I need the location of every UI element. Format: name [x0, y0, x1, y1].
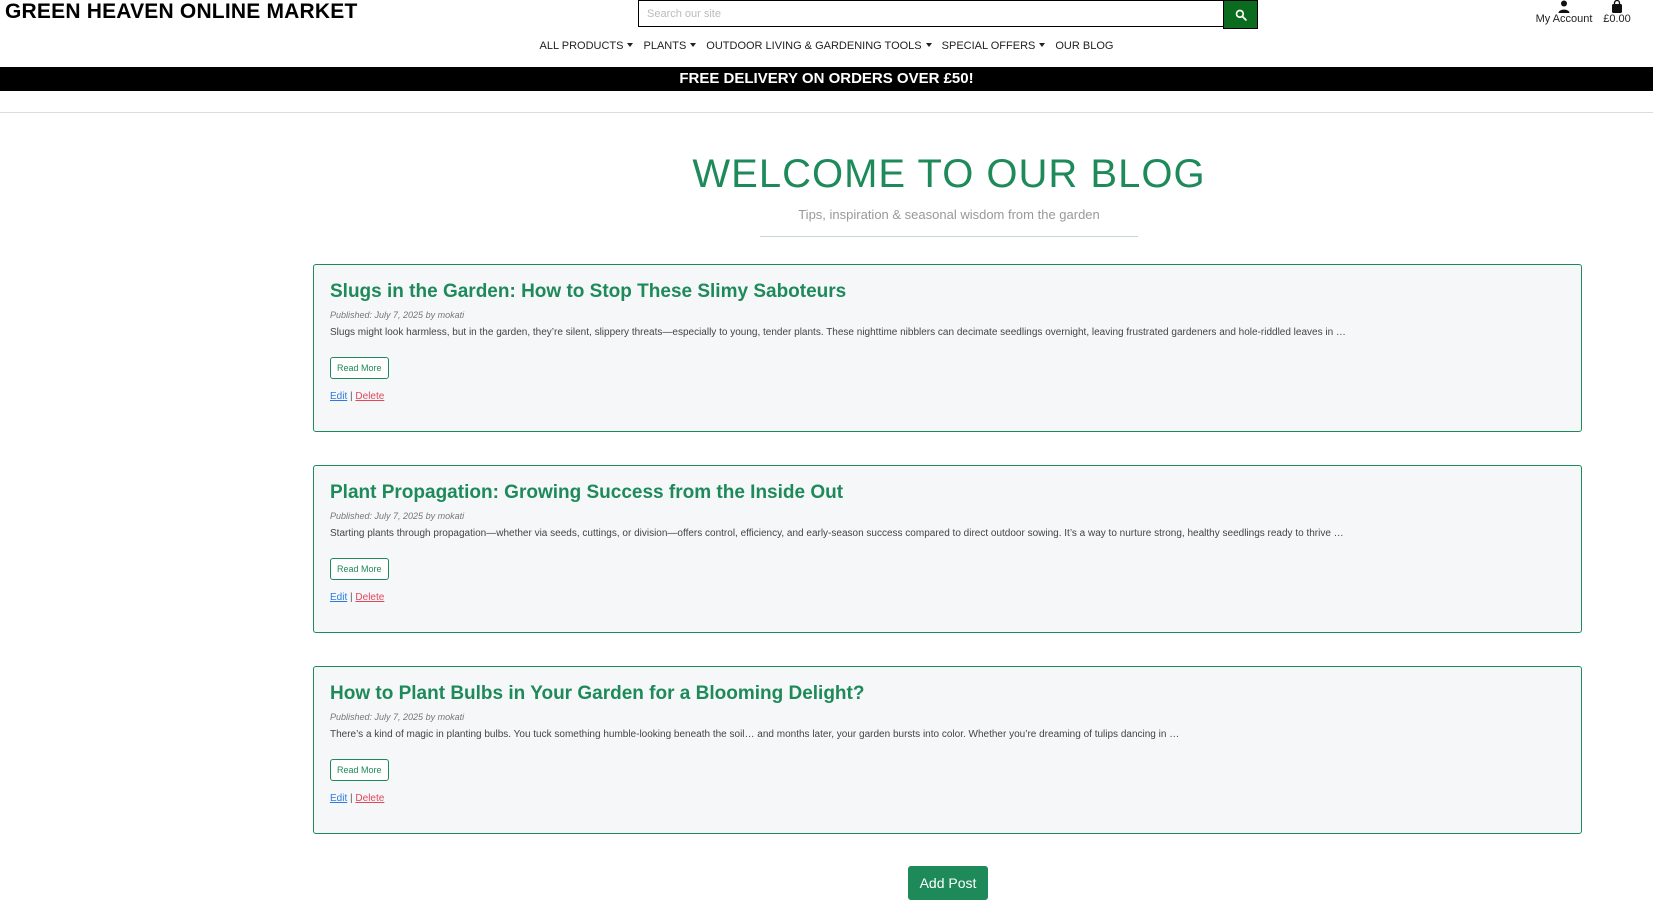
nav-all-products[interactable]: ALL PRODUCTS: [535, 40, 639, 52]
page-title: WELCOME TO OUR BLOG: [692, 152, 1206, 196]
caret-down-icon: [627, 43, 634, 47]
blog-post-card: Plant Propagation: Growing Success from …: [313, 465, 1582, 633]
caret-down-icon: [1039, 43, 1046, 47]
header-divider: [0, 112, 1653, 113]
post-meta: Published: July 7, 2025 by mokati: [330, 310, 465, 320]
post-excerpt: There’s a kind of magic in planting bulb…: [330, 729, 1180, 740]
post-actions: Edit | Delete: [330, 391, 384, 402]
post-excerpt: Starting plants through propagation—whet…: [330, 528, 1344, 539]
search-icon: [1235, 9, 1247, 21]
nav-label: ALL PRODUCTS: [539, 40, 624, 52]
post-actions: Edit | Delete: [330, 592, 384, 603]
post-excerpt: Slugs might look harmless, but in the ga…: [330, 327, 1346, 338]
action-separator: |: [350, 592, 353, 603]
add-post-button[interactable]: Add Post: [908, 866, 988, 900]
site-logo-text[interactable]: GREEN HEAVEN ONLINE MARKET: [5, 0, 358, 24]
nav-label: OUR BLOG: [1055, 40, 1114, 52]
action-separator: |: [350, 391, 353, 402]
nav-special-offers[interactable]: SPECIAL OFFERS: [937, 40, 1051, 52]
title-divider: [760, 236, 1138, 237]
search-bar: [638, 0, 1258, 29]
post-title[interactable]: How to Plant Bulbs in Your Garden for a …: [330, 683, 864, 705]
page-subtitle: Tips, inspiration & seasonal wisdom from…: [798, 207, 1100, 222]
nav-label: SPECIAL OFFERS: [941, 40, 1036, 52]
edit-link[interactable]: Edit: [330, 391, 347, 402]
my-account-label: My Account: [1535, 13, 1593, 25]
free-delivery-banner: FREE DELIVERY ON ORDERS OVER £50!: [0, 67, 1653, 91]
user-icon: [1558, 0, 1570, 13]
nav-our-blog[interactable]: OUR BLOG: [1050, 40, 1118, 52]
edit-link[interactable]: Edit: [330, 793, 347, 804]
post-title[interactable]: Slugs in the Garden: How to Stop These S…: [330, 281, 846, 303]
bag-total: £0.00: [1603, 13, 1631, 25]
shopping-bag-link[interactable]: £0.00: [1600, 0, 1634, 25]
blog-post-card: Slugs in the Garden: How to Stop These S…: [313, 264, 1582, 432]
delete-link[interactable]: Delete: [355, 793, 384, 804]
nav-label: PLANTS: [643, 40, 687, 52]
read-more-button[interactable]: Read More: [330, 759, 389, 781]
post-actions: Edit | Delete: [330, 793, 384, 804]
read-more-button[interactable]: Read More: [330, 558, 389, 580]
search-input[interactable]: [638, 0, 1223, 27]
blog-post-card: How to Plant Bulbs in Your Garden for a …: [313, 666, 1582, 834]
search-button[interactable]: [1223, 0, 1258, 29]
post-meta: Published: July 7, 2025 by mokati: [330, 511, 465, 521]
nav-plants[interactable]: PLANTS: [638, 40, 701, 52]
my-account-link[interactable]: My Account: [1533, 0, 1595, 25]
nav-outdoor-living[interactable]: OUTDOOR LIVING & GARDENING TOOLS: [701, 40, 936, 52]
shopping-bag-icon: [1612, 0, 1622, 13]
main-nav: ALL PRODUCTS PLANTS OUTDOOR LIVING & GAR…: [0, 40, 1653, 52]
post-title[interactable]: Plant Propagation: Growing Success from …: [330, 482, 843, 504]
caret-down-icon: [925, 43, 932, 47]
delete-link[interactable]: Delete: [355, 592, 384, 603]
read-more-button[interactable]: Read More: [330, 357, 389, 379]
delete-link[interactable]: Delete: [355, 391, 384, 402]
post-meta: Published: July 7, 2025 by mokati: [330, 712, 465, 722]
action-separator: |: [350, 793, 353, 804]
edit-link[interactable]: Edit: [330, 592, 347, 603]
nav-label: OUTDOOR LIVING & GARDENING TOOLS: [706, 40, 922, 52]
caret-down-icon: [690, 43, 697, 47]
